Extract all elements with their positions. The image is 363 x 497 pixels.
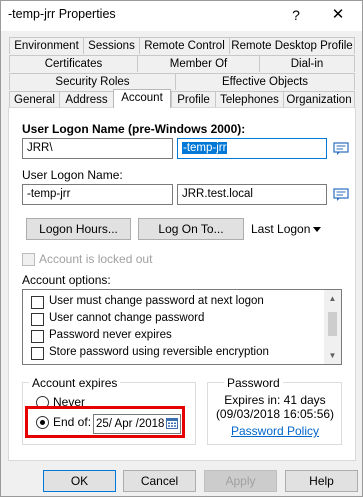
password-policy-link[interactable]: Password Policy bbox=[213, 424, 337, 438]
password-expires-at: (09/03/2018 16:05:56) bbox=[215, 407, 335, 421]
properties-dialog: -temp-jrr Properties ? ✕ Environment Ses… bbox=[0, 0, 363, 497]
tab-telephones[interactable]: Telephones bbox=[215, 91, 283, 108]
pre2000-username-field[interactable]: -temp-jrr bbox=[177, 138, 327, 159]
highlight-annotation-box bbox=[25, 406, 185, 438]
locked-out-checkbox[interactable] bbox=[22, 253, 35, 266]
last-logon-label: Last Logon bbox=[251, 222, 311, 236]
tab-sessions[interactable]: Sessions bbox=[83, 37, 139, 54]
option-checkbox[interactable] bbox=[31, 347, 44, 360]
locked-out-label: Account is locked out bbox=[39, 252, 153, 266]
ok-button[interactable]: OK bbox=[43, 470, 116, 492]
scroll-up-icon[interactable]: ▲ bbox=[324, 290, 341, 307]
name-picker-icon[interactable] bbox=[333, 142, 349, 156]
apply-button[interactable]: Apply bbox=[204, 470, 277, 492]
tab-profile[interactable]: Profile bbox=[171, 91, 215, 108]
list-item[interactable]: User cannot change password bbox=[23, 311, 323, 328]
option-checkbox[interactable] bbox=[31, 313, 44, 326]
logon-name-label: User Logon Name: bbox=[22, 168, 123, 182]
tab-dial-in[interactable]: Dial-in bbox=[259, 55, 355, 72]
tab-remote-desktop-profile[interactable]: Remote Desktop Profile bbox=[229, 37, 355, 54]
logon-name-field[interactable]: -temp-jrr bbox=[22, 184, 173, 205]
password-expires-in: Expires in: 41 days bbox=[224, 393, 326, 407]
tab-effective-objects[interactable]: Effective Objects bbox=[175, 73, 355, 90]
scroll-down-icon[interactable]: ▼ bbox=[324, 347, 341, 364]
suffix-picker-icon[interactable] bbox=[333, 188, 349, 202]
help-button[interactable]: Help bbox=[285, 470, 358, 492]
option-label: Store password using reversible encrypti… bbox=[49, 346, 269, 358]
cancel-button[interactable]: Cancel bbox=[123, 470, 196, 492]
close-button[interactable]: ✕ bbox=[321, 3, 355, 27]
list-item[interactable]: Store password using reversible encrypti… bbox=[23, 345, 323, 362]
tab-security-roles[interactable]: Security Roles bbox=[9, 73, 175, 90]
scroll-thumb[interactable] bbox=[328, 312, 337, 336]
options-scrollbar[interactable]: ▲ ▼ bbox=[324, 290, 341, 364]
tab-general[interactable]: General bbox=[9, 91, 59, 108]
account-options-list[interactable]: User must change password at next logon … bbox=[22, 289, 342, 365]
help-title-button[interactable]: ? bbox=[283, 3, 309, 27]
tab-account[interactable]: Account bbox=[113, 89, 171, 108]
log-on-to-button[interactable]: Log On To... bbox=[138, 218, 244, 240]
tab-address[interactable]: Address bbox=[59, 91, 113, 108]
window-title: -temp-jrr Properties bbox=[8, 7, 116, 21]
list-item[interactable]: User must change password at next logon bbox=[23, 294, 323, 311]
option-label: Password never expires bbox=[49, 329, 172, 341]
logon-suffix-field[interactable]: JRR.test.local bbox=[177, 184, 327, 205]
tab-member-of[interactable]: Member Of bbox=[137, 55, 259, 72]
password-group-title: Password bbox=[224, 376, 283, 390]
pre2000-domain-field[interactable]: JRR\ bbox=[22, 138, 173, 159]
option-label: User must change password at next logon bbox=[49, 295, 264, 307]
list-item[interactable]: Password never expires bbox=[23, 328, 323, 345]
tab-certificates[interactable]: Certificates bbox=[9, 55, 137, 72]
account-options-label: Account options: bbox=[22, 273, 111, 287]
pre2000-username-selection: -temp-jrr bbox=[182, 142, 228, 154]
pre2000-logon-label: User Logon Name (pre-Windows 2000): bbox=[22, 122, 246, 136]
tab-organization[interactable]: Organization bbox=[283, 91, 355, 108]
account-expires-title: Account expires bbox=[29, 376, 121, 390]
logon-hours-button[interactable]: Logon Hours... bbox=[26, 218, 131, 240]
option-checkbox[interactable] bbox=[31, 296, 44, 309]
option-checkbox[interactable] bbox=[31, 330, 44, 343]
tab-remote-control[interactable]: Remote Control bbox=[139, 37, 229, 54]
title-bar[interactable]: -temp-jrr Properties ? ✕ bbox=[1, 1, 362, 31]
option-label: User cannot change password bbox=[49, 312, 205, 324]
tab-environment[interactable]: Environment bbox=[9, 37, 83, 54]
last-logon-dropdown-icon[interactable] bbox=[313, 227, 321, 232]
